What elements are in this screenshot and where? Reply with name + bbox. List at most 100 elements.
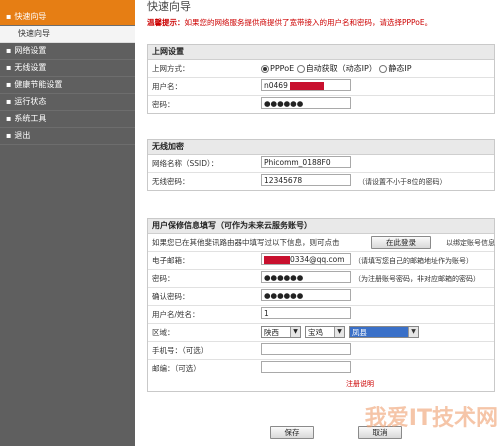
login-intro: 如果您已在其他斐讯路由器中填写过以下信息，则可点击 (152, 238, 340, 247)
cloud-account-heading: 用户保修信息填写（可作为未来云服务账号） (148, 219, 494, 234)
confirm-password-value: ●●●●●● (264, 291, 304, 300)
zip-row: 邮编：（可选） (148, 360, 494, 377)
register-row: 注册说明 (148, 377, 494, 391)
register-link[interactable]: 注册说明 (346, 379, 374, 389)
username-row: 用户名： n0469 (148, 78, 494, 96)
dhcp-radio[interactable] (296, 64, 305, 73)
wifi-password-hint: （请设置不小于8位的密码） (358, 178, 447, 186)
password-row: 密码： ●●●●●● (148, 96, 494, 113)
redacted-block (264, 256, 290, 264)
cloud-password-input[interactable]: ●●●●●● (261, 271, 351, 283)
zip-input[interactable] (261, 361, 351, 373)
password-label: 密码： (152, 100, 175, 109)
internet-settings-box: 上网设置 上网方式： PPPoE 自动获取（动态IP） 静态IP 用户名： n0… (147, 44, 495, 114)
email-value: 0334@qq.com (290, 255, 345, 264)
sidebar-item-status[interactable]: ▪ 运行状态 (0, 94, 135, 111)
region-label: 区域： (152, 328, 175, 337)
connection-mode-label: 上网方式： (152, 64, 190, 73)
name-row: 用户名/姓名： 1 (148, 306, 494, 324)
name-label: 用户名/姓名： (152, 310, 200, 319)
ssid-row: 网络名称（SSID）： Phicomm_0188F0 (148, 155, 494, 173)
wireless-box: 无线加密 网络名称（SSID）： Phicomm_0188F0 无线密码： 12… (147, 139, 495, 191)
cloud-password-label: 密码： (152, 274, 175, 283)
wireless-heading: 无线加密 (148, 140, 494, 155)
chevron-down-icon: ▼ (334, 327, 344, 337)
province-select[interactable]: 陕西 ▼ (261, 326, 301, 338)
password-input[interactable]: ●●●●●● (261, 97, 351, 109)
sidebar-item-label: 快速向导 (14, 12, 47, 21)
city-value: 宝鸡 (308, 328, 323, 337)
ssid-value: Phicomm_0188F0 (264, 158, 331, 167)
phone-label: 手机号：（可选） (152, 346, 209, 355)
static-ip-radio[interactable] (379, 64, 388, 73)
name-value: 1 (264, 309, 269, 318)
wifi-password-row: 无线密码： 12345678 （请设置不小于8位的密码） (148, 173, 494, 190)
pppoe-label: PPPoE (270, 64, 295, 73)
sidebar-top-bar (0, 0, 135, 9)
cloud-password-value: ●●●●●● (264, 273, 304, 282)
wifi-password-input[interactable]: 12345678 (261, 174, 351, 186)
sidebar-item-quick-guide[interactable]: ▪ 快速向导 (0, 9, 135, 26)
dhcp-label: 自动获取（动态IP） (305, 64, 377, 73)
internet-settings-heading: 上网设置 (148, 45, 494, 60)
warm-tip: 温馨提示：如果您的网络服务提供商提供了宽带接入的用户名和密码，请选择PPPoE。 (147, 17, 432, 28)
wifi-password-label: 无线密码： (152, 177, 190, 186)
pppoe-radio[interactable] (261, 64, 269, 73)
connection-mode-options: PPPoE 自动获取（动态IP） 静态IP (261, 63, 412, 74)
chevron-down-icon: ▼ (290, 327, 300, 337)
sidebar-item-label: 运行状态 (14, 97, 47, 106)
phone-row: 手机号：（可选） (148, 342, 494, 360)
username-input[interactable]: n0469 (261, 79, 351, 91)
tip-label: 温馨提示： (147, 18, 185, 27)
username-label: 用户名： (152, 82, 182, 91)
login-here-button[interactable]: 在此登录 (371, 236, 431, 249)
password-value: ●●●●●● (264, 99, 304, 108)
page-title: 快速向导 (147, 0, 191, 13)
sidebar-item-network[interactable]: ▪ 网络设置 (0, 43, 135, 60)
username-value: n0469 (264, 81, 288, 90)
sidebar-item-label: 无线设置 (14, 63, 47, 72)
main-panel: 快速向导 温馨提示：如果您的网络服务提供商提供了宽带接入的用户名和密码，请选择P… (135, 0, 500, 446)
wifi-password-value: 12345678 (264, 176, 303, 185)
email-input[interactable]: 0334@qq.com (261, 253, 351, 265)
province-value: 陕西 (264, 328, 279, 337)
login-row: 如果您已在其他斐讯路由器中填写过以下信息，则可点击 在此登录 以绑定账号信息 (148, 234, 495, 252)
ssid-label: 网络名称（SSID）： (152, 159, 219, 168)
connection-mode-row: 上网方式： PPPoE 自动获取（动态IP） 静态IP (148, 60, 494, 78)
ssid-input[interactable]: Phicomm_0188F0 (261, 156, 351, 168)
sidebar-item-label: 系统工具 (14, 114, 47, 123)
login-intro-tail: 以绑定账号信息 (446, 239, 495, 247)
tip-text: 如果您的网络服务提供商提供了宽带接入的用户名和密码，请选择PPPoE。 (184, 18, 433, 27)
email-hint: （请填写您自己的邮箱地址作为账号） (354, 257, 473, 265)
sidebar-item-label: 网络设置 (14, 46, 47, 55)
redacted-block (290, 82, 325, 90)
static-ip-label: 静态IP (388, 64, 412, 73)
phone-input[interactable] (261, 343, 351, 355)
sidebar-subitem-quick-guide[interactable]: 快速向导 (0, 26, 135, 43)
sidebar-item-label: 快速向导 (18, 29, 50, 38)
sidebar-item-energy[interactable]: ▪ 健康节能设置 (0, 77, 135, 94)
county-select[interactable]: 凤县 ▼ (349, 326, 419, 338)
chevron-down-icon: ▼ (408, 327, 418, 337)
cloud-password-hint: （为注册账号密码，非对应邮箱的密码） (354, 275, 480, 283)
confirm-password-input[interactable]: ●●●●●● (261, 289, 351, 301)
sidebar-item-wireless[interactable]: ▪ 无线设置 (0, 60, 135, 77)
email-label: 电子邮箱： (152, 256, 190, 265)
confirm-password-row: 确认密码： ●●●●●● (148, 288, 494, 306)
region-row: 区域： 陕西 ▼ 宝鸡 ▼ 凤县 ▼ (148, 324, 494, 342)
county-value: 凤县 (352, 328, 367, 337)
sidebar-item-system-tools[interactable]: ▪ 系统工具 (0, 111, 135, 128)
watermark: 我爱IT技术网 (364, 406, 498, 431)
email-row: 电子邮箱： 0334@qq.com （请填写您自己的邮箱地址作为账号） (148, 252, 494, 270)
zip-label: 邮编：（可选） (152, 364, 201, 373)
name-input[interactable]: 1 (261, 307, 351, 319)
sidebar-item-logout[interactable]: ▪ 退出 (0, 128, 135, 145)
sidebar: ▪ 快速向导 快速向导 ▪ 网络设置 ▪ 无线设置 ▪ 健康节能设置 ▪ 运行状态 ▪ 系统… (0, 0, 135, 446)
cloud-account-box: 用户保修信息填写（可作为未来云服务账号） 如果您已在其他斐讯路由器中填写过以下信… (147, 218, 495, 392)
cloud-password-row: 密码： ●●●●●● （为注册账号密码，非对应邮箱的密码） (148, 270, 494, 288)
sidebar-item-label: 退出 (14, 131, 31, 140)
save-button[interactable]: 保存 (270, 426, 314, 439)
confirm-password-label: 确认密码： (152, 292, 190, 301)
city-select[interactable]: 宝鸡 ▼ (305, 326, 345, 338)
sidebar-item-label: 健康节能设置 (14, 80, 63, 89)
